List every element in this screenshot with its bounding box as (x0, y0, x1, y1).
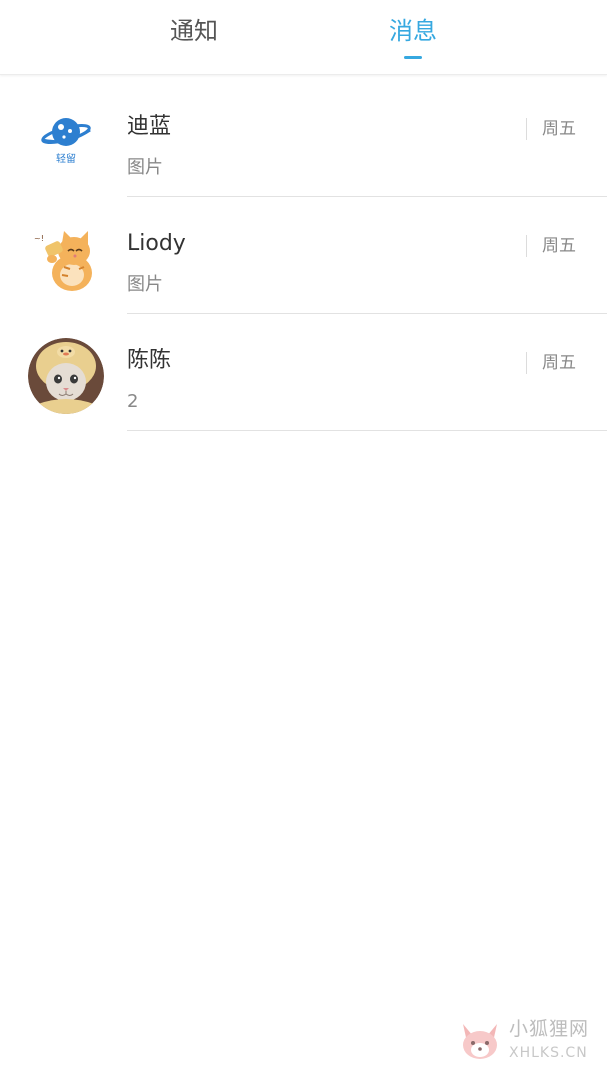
avatar[interactable]: 轻留 (28, 104, 104, 180)
tab-bar: 通知 消息 (0, 0, 607, 75)
active-tab-indicator (404, 56, 422, 59)
message-time: 周五 (542, 119, 576, 139)
planet-logo-icon: 轻留 (28, 104, 104, 180)
message-time: 周五 (542, 353, 576, 373)
conversation-item[interactable]: 轻留 迪蓝 图片 周五 (0, 80, 607, 197)
avatar-caption: 轻留 (56, 152, 76, 165)
message-preview: 图片 (127, 157, 163, 178)
tab-notice[interactable]: 通知 (134, 14, 254, 62)
watermark-title: 小狐狸网 (509, 1018, 590, 1040)
contact-name: 迪蓝 (127, 114, 172, 139)
fox-logo-icon (463, 1024, 497, 1059)
conversation-item[interactable]: 陈陈 2 周五 (0, 314, 607, 431)
tab-notice-label: 通知 (170, 17, 218, 45)
conversation-list: 轻留 迪蓝 图片 周五 ~! Liody 图片 周五 陈陈 2 周五 (0, 80, 607, 431)
watermark-subtitle: XHLKS.CN (509, 1045, 588, 1061)
conversation-item[interactable]: ~! Liody 图片 周五 (0, 197, 607, 314)
time-divider (526, 118, 527, 140)
message-preview: 2 (127, 391, 139, 412)
time-divider (526, 352, 527, 374)
avatar[interactable]: ~! (28, 221, 104, 297)
avatar[interactable] (28, 338, 104, 414)
cat-hat-photo (28, 338, 104, 414)
time-divider (526, 235, 527, 257)
tab-message[interactable]: 消息 (353, 14, 473, 62)
site-watermark: 小狐狸网 XHLKS.CN (457, 1012, 597, 1072)
contact-name: 陈陈 (127, 348, 172, 373)
cat-sticker-icon: ~! (28, 221, 104, 297)
svg-text:~!: ~! (34, 234, 44, 243)
tab-message-label: 消息 (389, 17, 437, 45)
message-preview: 图片 (127, 274, 163, 295)
row-divider (127, 430, 607, 431)
message-time: 周五 (542, 236, 576, 256)
contact-name: Liody (127, 231, 186, 256)
